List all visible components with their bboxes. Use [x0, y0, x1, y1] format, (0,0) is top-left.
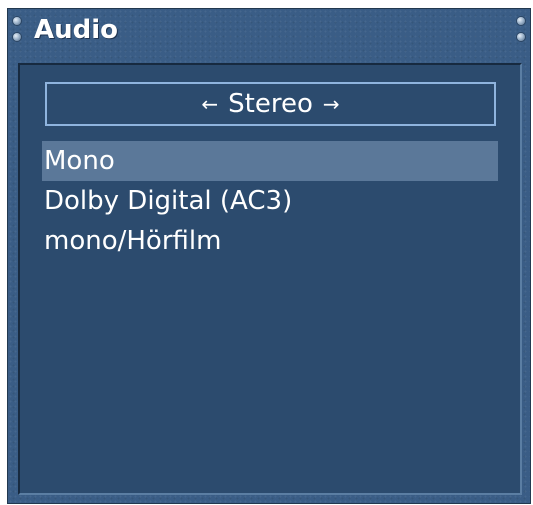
list-item-mono-hoerfilm[interactable]: mono/Hörfilm [42, 221, 498, 261]
rivet-icon [517, 17, 525, 25]
rivet-icon [13, 17, 21, 25]
audio-mode-selector[interactable]: ← Stereo → [45, 82, 496, 126]
rivet-icon [517, 33, 525, 41]
list-item-dolby-digital[interactable]: Dolby Digital (AC3) [42, 181, 498, 221]
arrow-right-icon[interactable]: → [323, 94, 340, 114]
audio-dialog: Audio ← Stereo → Mono Dolby Digital (AC3… [7, 8, 531, 504]
dialog-title: Audio [34, 15, 119, 45]
audio-mode-value: Stereo [228, 89, 313, 119]
arrow-left-icon[interactable]: ← [201, 94, 218, 114]
rivet-icon [13, 33, 21, 41]
title-bar: Audio [8, 9, 530, 61]
content-panel: ← Stereo → Mono Dolby Digital (AC3) mono… [18, 63, 522, 495]
list-item-mono[interactable]: Mono [42, 141, 498, 181]
audio-track-list: Mono Dolby Digital (AC3) mono/Hörfilm [42, 141, 498, 261]
